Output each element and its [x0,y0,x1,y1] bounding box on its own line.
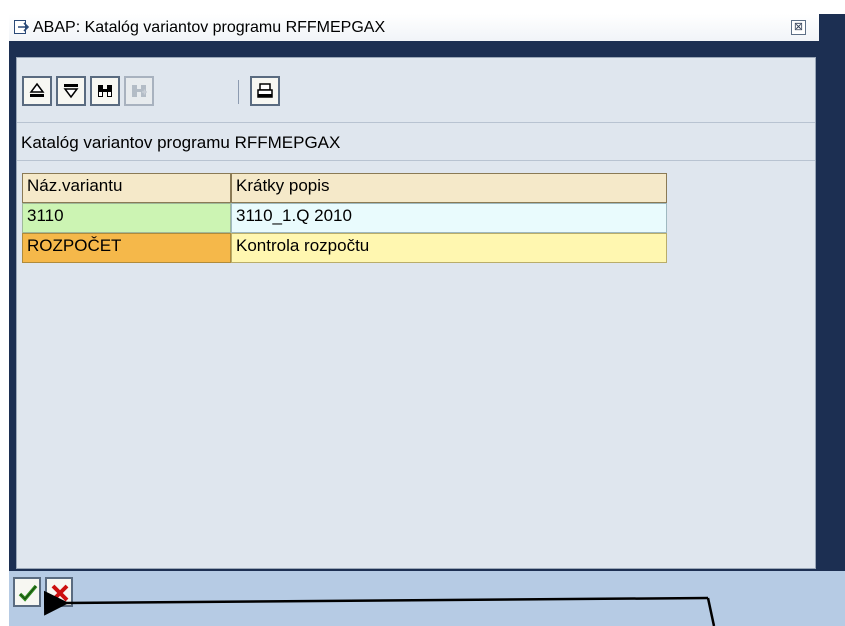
close-button[interactable]: ⊠ [791,20,806,35]
toolbar [17,58,815,122]
catalog-heading-row: Katalóg variantov programu RFFMEPGAX [17,122,815,161]
filter-button[interactable] [56,76,86,106]
catalog-heading: Katalóg variantov programu RFFMEPGAX [21,133,341,152]
row1-variant-name[interactable]: 3110 [22,203,231,233]
cancel-button[interactable] [45,577,73,607]
sort-button[interactable] [22,76,52,106]
title-bar: ABAP: Katalóg variantov programu RFFMEPG… [9,14,819,42]
confirm-button[interactable] [13,577,41,607]
print-button[interactable] [250,76,280,106]
footer-bar [9,571,845,626]
row1-short-description[interactable]: 3110_1.Q 2010 [231,203,667,233]
toolbar-separator [238,80,239,104]
row2-short-description[interactable]: Kontrola rozpočtu [231,233,667,263]
column-header-short-description[interactable]: Krátky popis [231,173,667,203]
dialog-icon [14,20,30,34]
frame-stripe [9,41,845,57]
find-button[interactable] [90,76,120,106]
row2-variant-name[interactable]: ROZPOČET [22,233,231,263]
window-title: ABAP: Katalóg variantov programu RFFMEPG… [33,19,386,36]
content-panel: Katalóg variantov programu RFFMEPGAX Náz… [16,57,816,569]
column-header-variant-name[interactable]: Náz.variantu [22,173,231,203]
find-next-button[interactable] [124,76,154,106]
